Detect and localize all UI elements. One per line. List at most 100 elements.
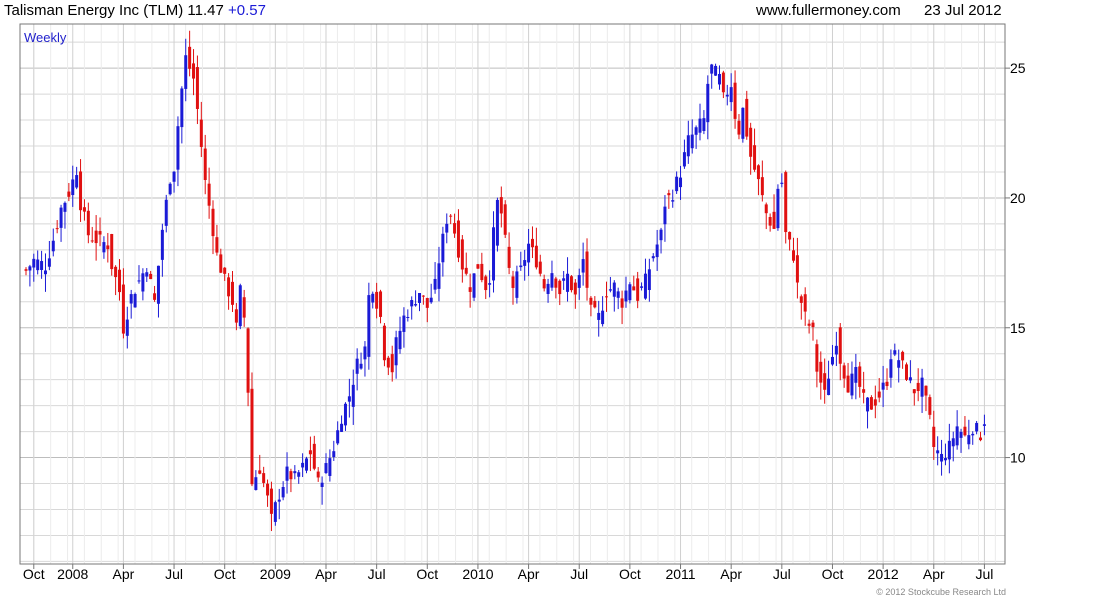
candle-up <box>647 269 651 291</box>
candle-up <box>180 88 184 128</box>
candle-down <box>963 426 967 436</box>
candle-up <box>624 290 628 302</box>
candle-up <box>36 259 40 271</box>
candle-down <box>877 391 881 398</box>
candle-up <box>437 263 441 289</box>
candle-up <box>577 275 581 288</box>
candle-up <box>959 431 963 438</box>
candle-down <box>453 223 457 234</box>
candle-up <box>725 94 729 97</box>
candle-up <box>659 229 663 241</box>
candle-up <box>523 260 527 266</box>
candle-up <box>43 270 47 275</box>
candle-down <box>753 145 757 170</box>
candle-down <box>928 397 932 415</box>
candle-down <box>721 72 725 93</box>
candle-down <box>476 264 480 269</box>
candle-down <box>788 231 792 240</box>
candle-up <box>141 273 145 292</box>
candle-down <box>227 277 231 297</box>
candle-down <box>390 354 394 373</box>
candle-down <box>667 193 671 196</box>
candle-down <box>266 483 270 496</box>
candle-down <box>792 250 796 261</box>
candle-down <box>149 273 153 280</box>
candle-down <box>464 267 468 274</box>
candle-up <box>971 433 975 436</box>
candle-up <box>71 179 75 196</box>
x-tick-label: 2008 <box>57 566 88 582</box>
candle-down <box>756 165 760 180</box>
candle-up <box>336 430 340 444</box>
candle-up <box>363 346 367 360</box>
candle-up <box>32 258 36 268</box>
y-tick-label: 25 <box>1010 60 1026 76</box>
candle-down <box>904 364 908 380</box>
candle-down <box>749 127 753 157</box>
candle-down <box>484 276 488 291</box>
candle-up <box>714 65 718 76</box>
candle-up <box>562 278 566 281</box>
candle-down <box>98 231 102 235</box>
candle-down <box>449 215 453 217</box>
x-tick-label: 2012 <box>868 566 899 582</box>
candle-up <box>741 107 745 139</box>
candle-down <box>79 171 83 211</box>
candle-up <box>834 345 838 355</box>
candle-down <box>858 366 862 387</box>
candle-up <box>297 472 301 477</box>
candle-down <box>94 230 98 244</box>
candle-up <box>519 265 523 268</box>
candle-up <box>850 373 854 396</box>
candle-down <box>542 279 546 289</box>
candle-up <box>982 424 986 426</box>
candle-up <box>655 244 659 258</box>
candle-up <box>51 240 55 252</box>
candle-up <box>417 292 421 303</box>
candle-down <box>760 177 764 196</box>
interval-label: Weekly <box>24 30 67 45</box>
candle-down <box>772 211 776 229</box>
candle-up <box>897 360 901 368</box>
candle-down <box>745 98 749 137</box>
candle-down <box>262 473 266 483</box>
candle-down <box>733 82 737 119</box>
candle-up <box>550 273 554 288</box>
candle-down <box>86 210 90 236</box>
candle-down <box>308 450 312 455</box>
candle-down <box>375 291 379 309</box>
candle-down <box>589 297 593 305</box>
candle-up <box>63 202 67 212</box>
candle-up <box>172 171 176 182</box>
candle-down <box>632 286 636 291</box>
candle-up <box>640 286 644 288</box>
candle-up <box>546 283 550 294</box>
candle-up <box>371 293 375 303</box>
candle-up <box>936 450 940 454</box>
candle-up <box>133 293 137 308</box>
candle-down <box>807 323 811 326</box>
candle-up <box>706 83 710 123</box>
candle-down <box>67 191 71 197</box>
candle-down <box>223 267 227 274</box>
candle-up <box>281 487 285 498</box>
candle-down <box>534 245 538 268</box>
candle-down <box>114 266 118 278</box>
candle-up <box>160 229 164 260</box>
candle-up <box>488 283 492 285</box>
candle-down <box>188 46 192 69</box>
candle-down <box>246 328 250 393</box>
candle-down <box>803 294 807 312</box>
candle-up <box>947 440 951 460</box>
candle-down <box>530 238 534 248</box>
candle-up <box>145 272 149 277</box>
candle-down <box>979 437 983 441</box>
candle-down <box>538 261 542 274</box>
candle-down <box>425 298 429 308</box>
candle-up <box>156 265 160 304</box>
x-tick-label: Oct <box>23 566 45 582</box>
axes: Oct 2008 Apr Jul Oct 2009 Apr Jul Oct 2010 Apr Jul O… <box>23 60 1026 582</box>
candle-down <box>924 385 928 396</box>
candle-up <box>628 284 632 301</box>
candle-down <box>768 217 772 226</box>
